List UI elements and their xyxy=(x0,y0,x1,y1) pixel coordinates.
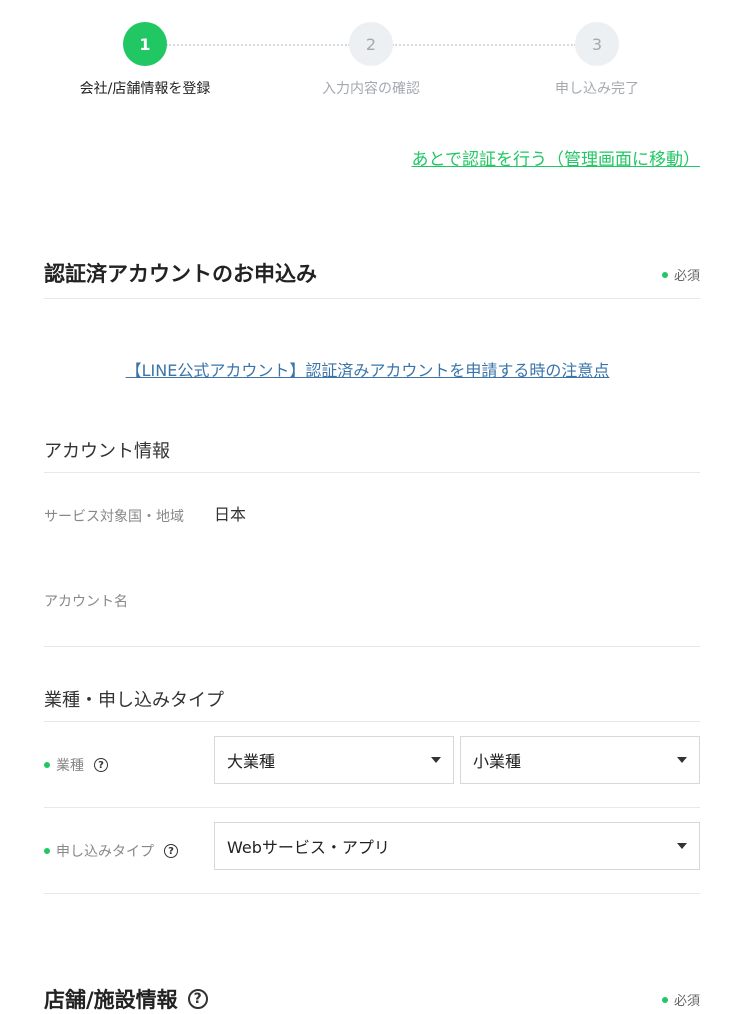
apply-type-label: 申し込みタイプ ? xyxy=(44,841,178,861)
industry-section-title: 業種・申し込みタイプ xyxy=(44,690,224,711)
required-dot xyxy=(661,996,668,1003)
step-connector xyxy=(166,44,350,46)
required-dot xyxy=(661,271,668,278)
step-1-label: 会社/店舗情報を登録 xyxy=(79,81,211,97)
verified-account-title: 認証済アカウントのお申込み xyxy=(44,262,317,286)
account-info-title: アカウント情報 xyxy=(44,441,170,462)
step-2-label: 入力内容の確認 xyxy=(322,81,420,97)
help-icon[interactable]: ? xyxy=(94,758,108,772)
required-badge: 必須 xyxy=(661,265,700,284)
step-3-circle: 3 xyxy=(575,22,619,66)
industry-label: 業種 ? xyxy=(44,755,108,775)
store-section-title-text: 店舗/施設情報 xyxy=(44,988,178,1012)
help-icon[interactable]: ? xyxy=(164,844,178,858)
service-region-value: 日本 xyxy=(214,505,247,524)
required-label: 必須 xyxy=(673,269,700,284)
help-icon[interactable]: ? xyxy=(187,989,208,1009)
required-dot xyxy=(44,848,50,854)
major-industry-select[interactable]: 大業種 xyxy=(214,736,454,784)
step-3-label: 申し込み完了 xyxy=(555,81,639,97)
required-label: 必須 xyxy=(673,994,700,1009)
account-name-label: アカウント名 xyxy=(44,594,128,610)
step-2-circle: 2 xyxy=(349,22,393,66)
apply-type-label-text: 申し込みタイプ xyxy=(56,844,154,860)
minor-industry-value: 小業種 xyxy=(473,752,522,771)
step-connector xyxy=(392,44,576,46)
divider xyxy=(44,298,700,299)
chevron-down-icon xyxy=(431,757,441,763)
step-1-circle: 1 xyxy=(123,22,167,66)
divider xyxy=(44,807,700,808)
chevron-down-icon xyxy=(677,843,687,849)
divider xyxy=(44,646,700,647)
verified-account-notice-link[interactable]: 【LINE公式アカウント】認証済みアカウントを申請する時の注意点 xyxy=(0,357,735,381)
required-badge: 必須 xyxy=(661,990,700,1009)
industry-label-text: 業種 xyxy=(56,758,84,774)
verify-later-link[interactable]: あとで認証を行う（管理画面に移動） xyxy=(412,145,701,170)
divider xyxy=(44,472,700,473)
minor-industry-select[interactable]: 小業種 xyxy=(460,736,700,784)
chevron-down-icon xyxy=(677,757,687,763)
divider xyxy=(44,893,700,894)
required-dot xyxy=(44,762,50,768)
progress-stepper: 1 2 3 会社/店舗情報を登録 入力内容の確認 申し込み完了 xyxy=(0,0,735,110)
apply-type-value: Webサービス・アプリ xyxy=(227,838,390,857)
apply-type-select[interactable]: Webサービス・アプリ xyxy=(214,822,700,870)
service-region-label: サービス対象国・地域 xyxy=(44,509,184,525)
divider xyxy=(44,721,700,722)
store-section-title: 店舗/施設情報 ? xyxy=(44,984,208,1014)
major-industry-value: 大業種 xyxy=(227,752,276,771)
